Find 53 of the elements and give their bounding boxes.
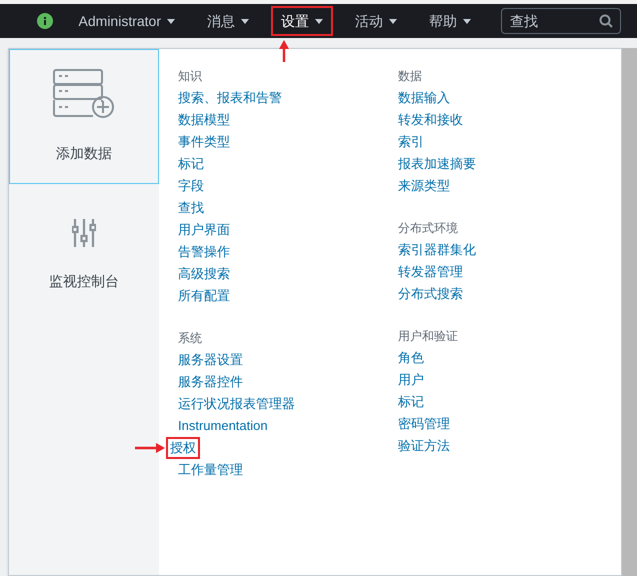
menu-link[interactable]: 服务器控件 — [178, 373, 243, 391]
section-heading: 用户和验证 — [398, 328, 459, 345]
menu-link[interactable]: 查找 — [178, 199, 204, 217]
nav-menu[interactable]: 消息 — [197, 6, 259, 36]
menu-link[interactable]: 标记 — [398, 393, 424, 411]
menu-link[interactable]: 来源类型 — [398, 177, 450, 195]
nav-menu[interactable]: 帮助 — [419, 6, 481, 36]
caret-icon — [167, 18, 175, 24]
caret-icon — [463, 18, 471, 24]
caret-icon — [389, 18, 397, 24]
menu-link[interactable]: 字段 — [178, 177, 204, 195]
nav-menu[interactable]: Administrator — [68, 6, 185, 36]
menu-link[interactable]: 数据输入 — [398, 89, 450, 107]
menu-link[interactable]: 告警操作 — [178, 243, 230, 261]
sliders-icon — [72, 219, 96, 247]
search-icon — [599, 14, 613, 28]
menu-link[interactable]: 索引器群集化 — [398, 241, 476, 259]
menu-link[interactable]: 转发和接收 — [398, 111, 463, 129]
menu-link[interactable]: 所有配置 — [178, 287, 230, 305]
menu-link[interactable]: 高级搜索 — [178, 265, 230, 283]
annotation-arrow — [279, 40, 289, 62]
nav-menu[interactable]: 设置 — [271, 6, 333, 36]
menu-link[interactable]: 搜索、报表和告警 — [178, 89, 282, 107]
menu-link[interactable]: 索引 — [398, 133, 424, 151]
menu-link[interactable]: 事件类型 — [178, 133, 230, 151]
menu-link[interactable]: 工作量管理 — [178, 461, 243, 479]
menu-link[interactable]: 运行状况报表管理器 — [178, 395, 295, 413]
menu-link[interactable]: 用户 — [398, 371, 424, 389]
menu-link[interactable]: 报表加速摘要 — [398, 155, 476, 173]
menu-link[interactable]: 密码管理 — [398, 415, 450, 433]
menu-link[interactable]: 用户界面 — [178, 221, 230, 239]
tile[interactable]: 添加数据 — [9, 49, 159, 184]
menu-link[interactable]: 角色 — [398, 349, 424, 367]
nav-menu[interactable]: 活动 — [345, 6, 407, 36]
section-heading: 知识 — [178, 68, 203, 85]
menu-link[interactable]: 转发器管理 — [398, 263, 463, 281]
menu-link[interactable]: 服务器设置 — [178, 351, 243, 369]
search-field[interactable]: 查找 — [501, 8, 621, 34]
menu-link[interactable]: 授权 — [166, 437, 200, 459]
server-add-icon — [53, 69, 115, 119]
menu-link[interactable]: 分布式搜索 — [398, 285, 463, 303]
annotation-arrow — [135, 443, 165, 453]
caret-icon — [241, 18, 249, 24]
menu-link[interactable]: 验证方法 — [398, 437, 450, 455]
section-heading: 数据 — [398, 68, 423, 85]
section-heading: 系统 — [178, 330, 203, 347]
menu-link[interactable]: Instrumentation — [178, 417, 268, 435]
info-icon — [36, 13, 53, 29]
tile[interactable]: 监视控制台 — [9, 188, 159, 323]
menu-link[interactable]: 标记 — [178, 155, 204, 173]
menu-link[interactable]: 数据模型 — [178, 111, 230, 129]
caret-icon — [315, 18, 323, 24]
section-heading: 分布式环境 — [398, 220, 459, 237]
